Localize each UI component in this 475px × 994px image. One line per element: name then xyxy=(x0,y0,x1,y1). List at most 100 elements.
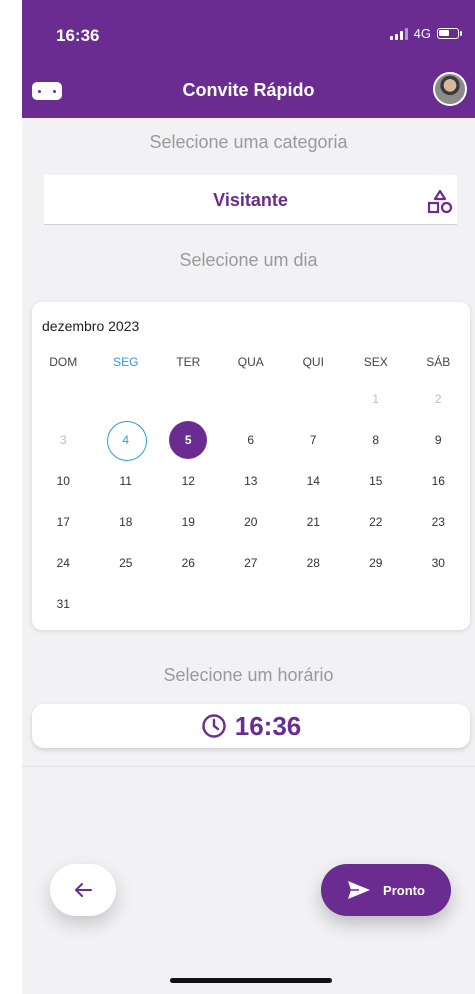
calendar-day[interactable]: 14 xyxy=(282,462,345,500)
calendar-day[interactable]: 25 xyxy=(95,544,158,582)
day-number: 6 xyxy=(247,432,255,447)
calendar-day[interactable]: 7 xyxy=(282,421,345,459)
calendar-day-empty xyxy=(220,585,283,623)
calendar-day[interactable]: 28 xyxy=(282,544,345,582)
weekday-label: QUI xyxy=(302,355,324,369)
weekday-label: QUA xyxy=(237,355,264,369)
calendar-week: 12 xyxy=(32,378,470,419)
home-indicator xyxy=(170,978,332,983)
done-button[interactable]: Pronto xyxy=(321,864,451,916)
day-number: 29 xyxy=(369,555,383,570)
day-number: 15 xyxy=(369,473,383,488)
calendar-day-today[interactable]: 4 xyxy=(95,420,158,461)
arrow-left-icon xyxy=(75,883,92,897)
calendar-day[interactable]: 22 xyxy=(345,503,408,541)
day-number: 16 xyxy=(431,473,445,488)
day-number: 9 xyxy=(434,432,442,447)
day-number: 4 xyxy=(122,432,130,447)
day-number: 7 xyxy=(309,432,317,447)
day-number: 8 xyxy=(372,432,380,447)
calendar-week: 3 4 5 6 7 8 9 xyxy=(32,419,470,461)
calendar-day-empty xyxy=(282,380,345,418)
done-button-label: Pronto xyxy=(383,882,425,898)
calendar-day[interactable]: 12 xyxy=(157,462,220,500)
calendar-day[interactable]: 19 xyxy=(157,503,220,541)
calendar-day[interactable]: 18 xyxy=(95,503,158,541)
calendar-day[interactable]: 6 xyxy=(220,421,283,459)
time-prompt: Selecione um horário xyxy=(163,665,334,685)
day-number: 21 xyxy=(306,514,320,529)
calendar: dezembro 2023 DOM SEG TER QUA QUI SEX SÁB 1234… xyxy=(32,302,470,630)
calendar-day[interactable]: 11 xyxy=(95,462,158,500)
calendar-day[interactable]: 3 xyxy=(32,421,95,459)
shapes-icon xyxy=(427,189,453,214)
calendar-day-empty xyxy=(220,380,283,418)
day-number: 20 xyxy=(244,514,258,529)
weekday-label: DOM xyxy=(49,355,78,369)
calendar-day[interactable]: 10 xyxy=(32,462,95,500)
divider xyxy=(22,766,475,767)
network-label: 4G xyxy=(413,26,431,41)
day-number: 17 xyxy=(56,514,70,529)
calendar-day[interactable]: 16 xyxy=(407,462,470,500)
calendar-day[interactable]: 27 xyxy=(220,544,283,582)
day-number: 22 xyxy=(369,514,383,529)
calendar-grid: DOM SEG TER QUA QUI SEX SÁB 1 2 3 4 5 6 7 8 9 10 11 12 13 1… xyxy=(32,352,470,624)
calendar-day-selected[interactable]: 5 xyxy=(157,420,220,459)
calendar-day[interactable]: 31 xyxy=(32,585,95,623)
weekday-label: SÁB xyxy=(426,355,451,369)
calendar-day-empty xyxy=(95,585,158,623)
calendar-week: 10 11 12 13 14 15 16 xyxy=(32,460,470,501)
day-number: 27 xyxy=(244,555,258,570)
app-header: 16:36 4G Convite Rápido xyxy=(22,0,475,118)
day-number: 5 xyxy=(184,432,192,447)
calendar-day[interactable]: 20 xyxy=(220,503,283,541)
calendar-day[interactable]: 29 xyxy=(345,544,408,582)
calendar-day[interactable]: 21 xyxy=(282,503,345,541)
day-number: 14 xyxy=(306,473,320,488)
category-value: Visitante xyxy=(213,190,288,210)
day-number: 12 xyxy=(181,473,195,488)
calendar-day[interactable]: 15 xyxy=(345,462,408,500)
weekday-label: TER xyxy=(176,355,201,369)
calendar-month: dezembro 2023 xyxy=(42,318,140,334)
back-button[interactable] xyxy=(50,864,116,916)
calendar-week: 24 25 26 27 28 29 30 xyxy=(32,542,470,583)
day-number: 1 xyxy=(372,391,380,406)
time-value: 16:36 xyxy=(234,710,302,741)
calendar-day[interactable]: 26 xyxy=(157,544,220,582)
day-number: 24 xyxy=(56,555,70,570)
day-number: 19 xyxy=(181,514,195,529)
calendar-day[interactable]: 13 xyxy=(220,462,283,500)
day-number: 31 xyxy=(56,596,70,611)
status-indicators: 4G xyxy=(389,26,462,41)
calendar-day[interactable]: 2 xyxy=(407,380,470,418)
calendar-day[interactable]: 24 xyxy=(32,544,95,582)
calendar-day[interactable]: 23 xyxy=(407,503,470,541)
calendar-day[interactable]: 1 xyxy=(345,380,408,418)
calendar-day-empty xyxy=(407,585,470,623)
day-number: 10 xyxy=(56,473,70,488)
send-icon xyxy=(348,881,371,899)
category-selector[interactable]: Visitante xyxy=(44,175,457,225)
signal-icon xyxy=(389,27,408,40)
calendar-day[interactable]: 30 xyxy=(407,544,470,582)
calendar-day-empty xyxy=(345,585,408,623)
day-number: 26 xyxy=(181,555,195,570)
calendar-day[interactable]: 8 xyxy=(345,421,408,459)
calendar-day[interactable]: 17 xyxy=(32,503,95,541)
calendar-day-empty xyxy=(157,380,220,418)
day-number: 13 xyxy=(244,473,258,488)
calendar-day-empty xyxy=(95,380,158,418)
day-number: 23 xyxy=(431,514,445,529)
day-number: 30 xyxy=(431,555,445,570)
app-screen: 16:36 4G Convite Rápido Selecione uma ca… xyxy=(22,0,475,994)
weekday-label: SEG xyxy=(113,355,139,369)
category-prompt: Selecione uma categoria xyxy=(149,132,348,152)
calendar-day[interactable]: 9 xyxy=(407,421,470,459)
weekday-header: DOM SEG TER QUA QUI SEX SÁB xyxy=(32,352,470,378)
avatar[interactable] xyxy=(433,72,467,106)
time-selector[interactable]: 16:36 xyxy=(32,704,470,748)
status-time: 16:36 xyxy=(56,26,100,45)
calendar-day-empty xyxy=(282,585,345,623)
